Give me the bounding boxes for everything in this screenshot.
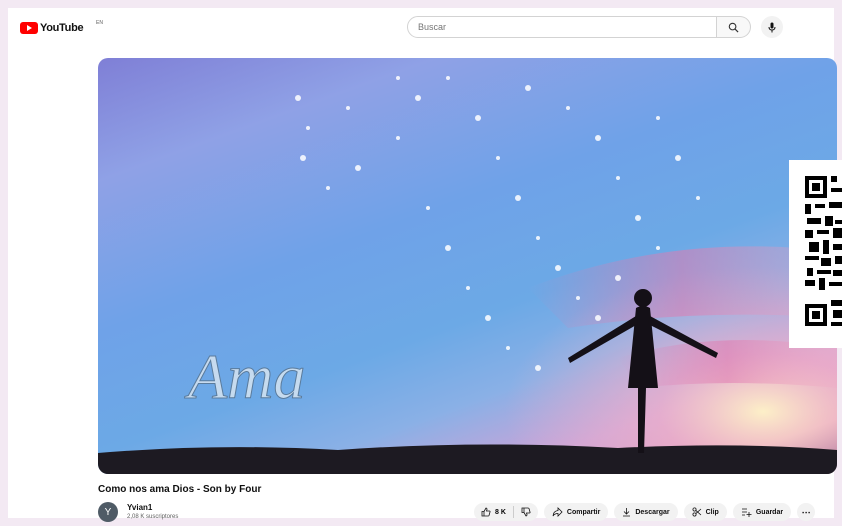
- download-button[interactable]: Descargar: [614, 503, 678, 521]
- like-button[interactable]: 8 K: [474, 507, 513, 517]
- thumbs-down-icon: [521, 507, 531, 517]
- download-icon: [623, 508, 631, 517]
- subscriber-count: 2,08 K suscriptores: [127, 514, 179, 520]
- search-input[interactable]: [407, 16, 717, 38]
- save-button[interactable]: Guardar: [732, 503, 792, 521]
- share-button[interactable]: Compartir: [543, 503, 609, 521]
- qr-code-icon: [805, 176, 842, 326]
- clip-button[interactable]: Clip: [683, 503, 727, 521]
- like-dislike-group: 8 K: [474, 503, 538, 521]
- qr-code: [789, 160, 842, 348]
- video-frame-art: Ama: [98, 58, 837, 474]
- scissors-icon: [692, 507, 701, 517]
- video-actions: 8 K Compartir Descargar Clip Guardar ⋯: [474, 503, 816, 521]
- more-actions-button[interactable]: ⋯: [797, 503, 816, 521]
- clip-label: Clip: [705, 508, 719, 516]
- share-icon: [552, 507, 563, 517]
- video-overlay-text: Ama: [184, 341, 305, 412]
- video-title: Como nos ama Dios - Son by Four: [98, 484, 262, 495]
- mic-icon: [768, 22, 776, 32]
- video-player[interactable]: Ama: [98, 58, 837, 474]
- save-label: Guardar: [755, 508, 784, 516]
- dislike-button[interactable]: [514, 507, 538, 517]
- youtube-logo-icon: [20, 22, 38, 34]
- share-label: Compartir: [566, 508, 601, 516]
- thumbs-up-icon: [481, 507, 491, 517]
- region-code: EN: [96, 20, 103, 26]
- download-label: Descargar: [635, 508, 670, 516]
- playlist-add-icon: [741, 508, 752, 517]
- search-icon: [728, 22, 739, 33]
- search-bar: [407, 16, 783, 38]
- search-button[interactable]: [717, 16, 751, 38]
- youtube-logo[interactable]: YouTube EN: [20, 20, 103, 34]
- channel-name[interactable]: Yvian1: [127, 503, 152, 512]
- voice-search-button[interactable]: [761, 16, 783, 38]
- channel-avatar[interactable]: Y: [98, 502, 118, 522]
- logo-text: YouTube: [40, 22, 84, 34]
- like-count: 8 K: [495, 508, 506, 516]
